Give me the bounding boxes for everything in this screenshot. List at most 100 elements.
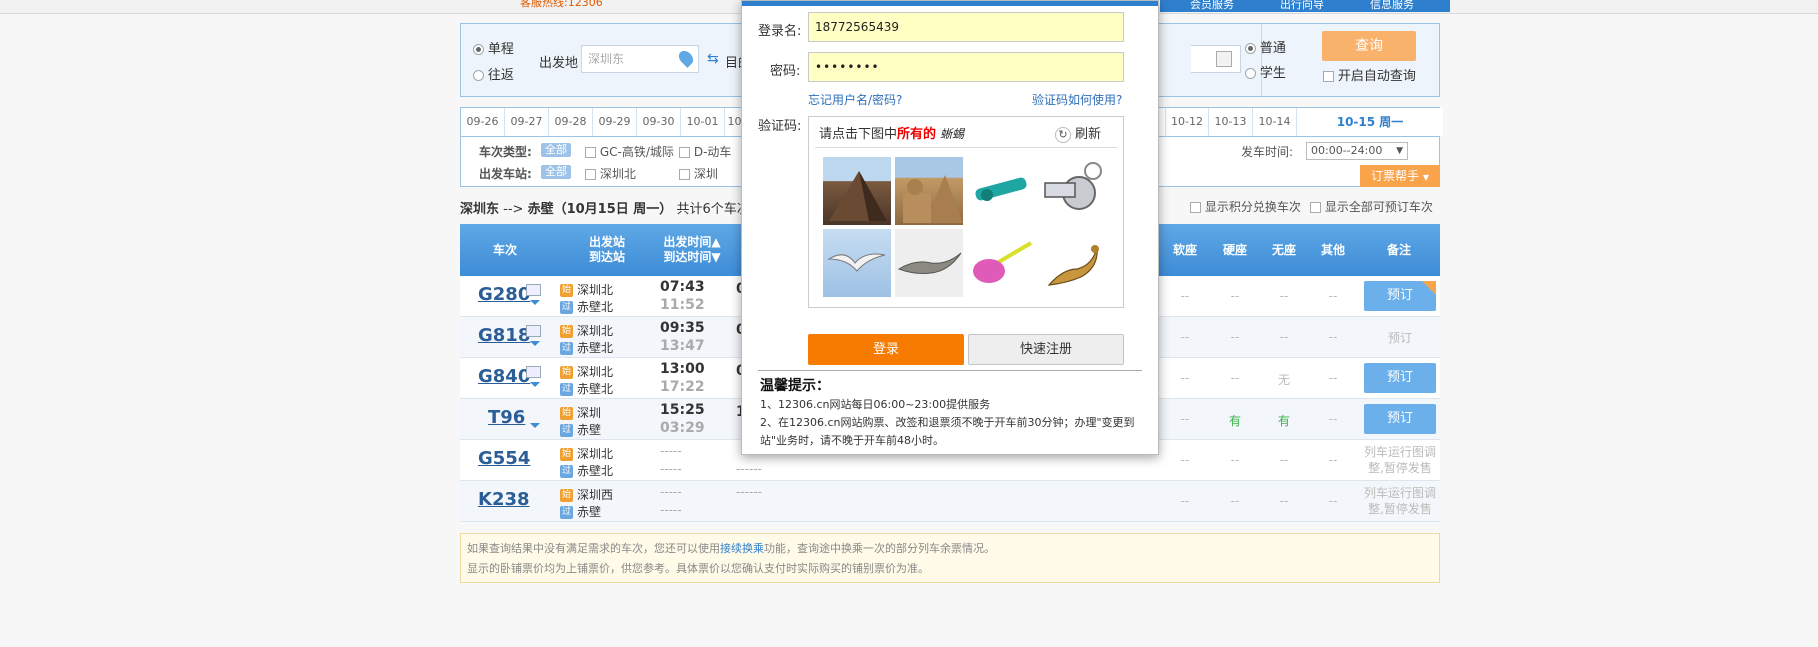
train-number[interactable]: T96: [488, 407, 525, 428]
forgot-password-link[interactable]: 忘记用户名/密码?: [808, 91, 902, 108]
date-tab[interactable]: 10-01: [681, 108, 725, 136]
normal-radio[interactable]: [1245, 43, 1256, 54]
auto-query-label: 开启自动查询: [1337, 69, 1416, 84]
oneway-radio[interactable]: [473, 44, 484, 55]
query-button[interactable]: 查询: [1322, 31, 1416, 61]
no-seat-cell: --: [1279, 330, 1289, 344]
train-number[interactable]: G280: [478, 284, 530, 305]
station-filter-1[interactable]: 深圳北: [585, 165, 636, 182]
book-button[interactable]: 预订: [1364, 363, 1436, 393]
auto-query-checkbox[interactable]: [1323, 71, 1334, 82]
header-soft-seat: 软座: [1172, 242, 1197, 257]
train-info-icon[interactable]: [526, 366, 541, 378]
register-button[interactable]: 快速注册: [968, 334, 1124, 365]
expand-arrow-icon[interactable]: [530, 300, 540, 305]
d-filter[interactable]: D-动车: [679, 143, 731, 160]
date-tab-active[interactable]: 10-15 周一: [1297, 108, 1443, 136]
show-all-option[interactable]: 显示全部可预订车次: [1310, 198, 1433, 215]
captcha-help-link[interactable]: 验证码如何使用?: [1032, 91, 1122, 108]
to-station-text: 赤壁: [577, 505, 602, 519]
date-tab[interactable]: 10-12: [1165, 108, 1209, 136]
from-input[interactable]: 深圳东: [581, 45, 699, 73]
show-points-checkbox[interactable]: [1190, 202, 1201, 213]
book-button[interactable]: 预订: [1364, 404, 1436, 434]
depart-time-select[interactable]: 00:00--24:00 ▼: [1306, 142, 1408, 160]
normal-option[interactable]: 普通: [1245, 37, 1286, 56]
swap-icon[interactable]: ⇆: [707, 51, 719, 67]
captcha-tile-whistle-metal[interactable]: [1039, 157, 1107, 225]
roundtrip-radio[interactable]: [473, 70, 484, 81]
station-1-label: 深圳北: [599, 167, 636, 181]
nav-travel[interactable]: 出行向导: [1280, 0, 1324, 12]
refresh-button[interactable]: ↻ 刷新: [1055, 123, 1101, 143]
roundtrip-option[interactable]: 往返: [473, 64, 514, 83]
header-times[interactable]: 出发时间▲ 到达时间▼: [650, 224, 734, 276]
captcha-tile-pyramid[interactable]: [823, 157, 891, 225]
from-station: 始深圳北: [560, 363, 613, 380]
student-option[interactable]: 学生: [1245, 62, 1286, 81]
auto-query-option[interactable]: 开启自动查询: [1323, 65, 1416, 84]
show-all-checkbox[interactable]: [1310, 202, 1321, 213]
booking-helper-button[interactable]: 订票帮手 ▼: [1360, 165, 1440, 187]
gc-filter[interactable]: GC-高铁/城际: [585, 143, 674, 160]
station-all[interactable]: 全部: [541, 165, 571, 179]
captcha-tile-gecko[interactable]: [1039, 229, 1107, 297]
expand-arrow-icon[interactable]: [530, 423, 540, 428]
soft-seat-cell: --: [1180, 289, 1190, 303]
train-number[interactable]: G818: [478, 325, 530, 346]
expand-arrow-icon[interactable]: [530, 341, 540, 346]
nav-member[interactable]: 会员服务: [1190, 0, 1234, 12]
expand-arrow-icon[interactable]: [530, 382, 540, 387]
password-input[interactable]: ••••••••: [808, 52, 1124, 82]
d-checkbox[interactable]: [679, 147, 690, 158]
date-tab[interactable]: 09-29: [593, 108, 637, 136]
train-info-icon[interactable]: [526, 284, 541, 296]
date-tab[interactable]: 09-26: [461, 108, 505, 136]
nav-info[interactable]: 信息服务: [1370, 0, 1414, 12]
to-station-text: 赤壁北: [577, 382, 614, 396]
to-station: 过赤壁北: [560, 298, 613, 315]
show-points-option[interactable]: 显示积分兑换车次: [1190, 198, 1301, 215]
gc-checkbox[interactable]: [585, 147, 596, 158]
other-cell: --: [1328, 371, 1338, 385]
station-2-checkbox[interactable]: [679, 169, 690, 180]
to-station: 过赤壁: [560, 421, 601, 438]
captcha-tile-lizard[interactable]: [895, 229, 963, 297]
transfer-link[interactable]: 接续换乘: [720, 542, 764, 555]
chevron-down-icon: ▼: [1396, 146, 1403, 156]
oneway-label: 单程: [487, 42, 514, 57]
date-tab[interactable]: 09-30: [637, 108, 681, 136]
date-tab[interactable]: 09-28: [549, 108, 593, 136]
table-row: K238 始深圳西 过赤壁 ----- ----- ------ -- -- -…: [460, 481, 1440, 522]
depart-time: -----: [660, 444, 682, 458]
train-info-icon[interactable]: [526, 325, 541, 337]
captcha-tile-brush[interactable]: [967, 229, 1035, 297]
train-number[interactable]: K238: [478, 489, 530, 510]
date-tab[interactable]: 10-14: [1253, 108, 1297, 136]
station-1-checkbox[interactable]: [585, 169, 596, 180]
train-number[interactable]: G554: [478, 448, 530, 469]
captcha-divider: [815, 147, 1117, 148]
train-type-all[interactable]: 全部: [541, 143, 571, 157]
captcha-tile-whistle-blue[interactable]: [967, 157, 1035, 225]
pass-icon: 过: [560, 424, 573, 437]
book-disabled: 预订: [1387, 331, 1412, 345]
captcha-tile-seagull[interactable]: [823, 229, 891, 297]
date-input-edge[interactable]: [1191, 45, 1241, 73]
login-button[interactable]: 登录: [808, 334, 964, 365]
date-tab[interactable]: 10-13: [1209, 108, 1253, 136]
footnote-line-1: 如果查询结果中没有满足需求的车次，您还可以使用接续换乘功能，查询途中换乘一次的部…: [467, 539, 1433, 559]
no-seat-cell: --: [1279, 453, 1289, 467]
hard-seat-cell: --: [1230, 289, 1240, 303]
oneway-option[interactable]: 单程: [473, 38, 514, 57]
station-filter-2[interactable]: 深圳: [679, 165, 718, 182]
soft-seat-cell: --: [1180, 330, 1190, 344]
date-tab[interactable]: 09-27: [505, 108, 549, 136]
username-input[interactable]: 18772565439: [808, 12, 1124, 42]
tips-divider: [758, 370, 1142, 371]
student-radio[interactable]: [1245, 68, 1256, 79]
header-depart-time[interactable]: 出发时间▲: [663, 235, 720, 250]
captcha-tile-sphinx[interactable]: [895, 157, 963, 225]
train-number[interactable]: G840: [478, 366, 530, 387]
header-arrive-time[interactable]: 到达时间▼: [663, 250, 720, 265]
